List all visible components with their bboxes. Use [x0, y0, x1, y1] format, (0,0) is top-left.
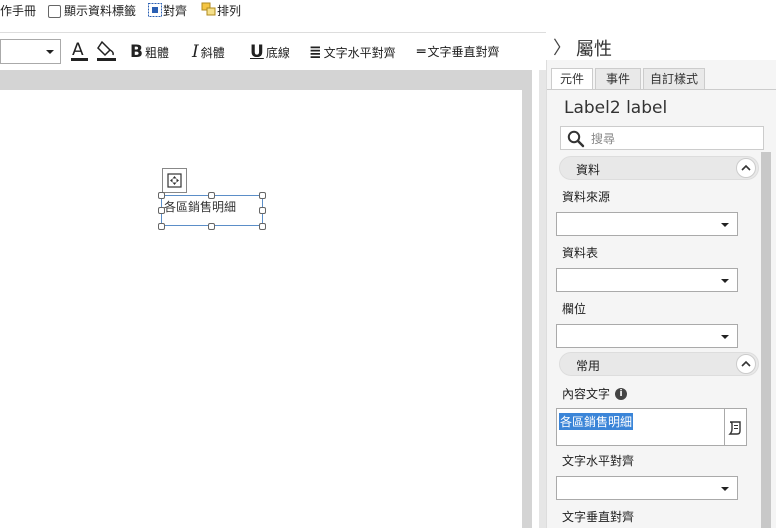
tab-events[interactable]: 事件: [595, 68, 641, 90]
collapse-data-button[interactable]: [736, 158, 756, 178]
field-label: 欄位: [562, 302, 587, 316]
text-v-align-label: 文字垂直對齊: [562, 510, 635, 524]
align-button[interactable]: 對齊: [163, 3, 187, 19]
panel-splitter[interactable]: [539, 70, 546, 528]
label-component[interactable]: 各區銷售明細: [161, 195, 263, 226]
data-source-label: 資料來源: [562, 190, 611, 204]
resize-handle-s[interactable]: [208, 223, 215, 230]
property-panel-header: 〉 屬性: [546, 32, 776, 60]
bold-icon: B: [130, 42, 143, 62]
chevron-down-icon: [721, 223, 729, 227]
horizontal-align-label: 文字水平對齊: [323, 46, 396, 60]
property-search: [560, 126, 764, 150]
resize-handle-nw[interactable]: [158, 192, 165, 199]
content-text-value: 各區銷售明細: [559, 413, 634, 430]
horizontal-align-icon: ≣: [309, 43, 322, 61]
resize-handle-n[interactable]: [208, 192, 215, 199]
script-icon: [728, 421, 741, 435]
italic-icon: I: [192, 42, 199, 62]
field-select[interactable]: [556, 324, 738, 348]
chevron-down-icon: [721, 279, 729, 283]
script-editor-button[interactable]: [725, 408, 747, 446]
horizontal-align-button[interactable]: ≣ 文字水平對齊: [309, 41, 396, 63]
move-handle[interactable]: [162, 168, 187, 193]
format-toolbar: A B 粗體 I 斜體 U 底線 ≣ 文字水平對齊 ═ 文字垂直對齊: [0, 32, 546, 70]
canvas-ruler-strip: [0, 70, 546, 90]
chevron-down-icon: [721, 335, 729, 339]
tab-component[interactable]: 元件: [551, 68, 593, 90]
search-input[interactable]: [591, 130, 751, 148]
arrange-button[interactable]: 排列: [217, 3, 241, 19]
section-data[interactable]: 資料: [559, 156, 759, 180]
chevron-down-icon: [46, 50, 54, 54]
section-common-label: 常用: [576, 359, 601, 373]
chevron-up-icon: [741, 164, 751, 171]
font-size-select[interactable]: [0, 39, 61, 64]
label-text: 各區銷售明細: [164, 200, 237, 214]
component-title: Label2 label: [564, 98, 668, 118]
data-table-select[interactable]: [556, 268, 738, 292]
resize-handle-w[interactable]: [158, 207, 165, 214]
align-icon: [148, 3, 162, 20]
show-data-tags-label: 顯示資料標籤: [64, 4, 137, 18]
resize-handle-ne[interactable]: [259, 192, 266, 199]
chevron-right-icon[interactable]: 〉: [553, 34, 571, 60]
bold-button[interactable]: B 粗體: [130, 41, 169, 63]
underline-label: 底線: [265, 46, 290, 60]
resize-handle-sw[interactable]: [158, 223, 165, 230]
panel-title: 屬性: [576, 39, 612, 60]
collapse-common-button[interactable]: [736, 354, 756, 374]
resize-handle-e[interactable]: [259, 207, 266, 214]
vertical-align-button[interactable]: ═ 文字垂直對齊: [417, 41, 499, 63]
underline-button[interactable]: U 底線: [250, 41, 290, 63]
italic-button[interactable]: I 斜體: [192, 41, 225, 63]
section-data-label: 資料: [576, 163, 601, 177]
fill-color-icon[interactable]: [96, 39, 118, 66]
underline-icon: U: [250, 42, 264, 62]
tab-divider: [547, 89, 776, 90]
text-h-align-select[interactable]: [556, 476, 738, 500]
tab-custom-style[interactable]: 自訂樣式: [643, 68, 705, 90]
show-data-tags-checkbox[interactable]: [48, 5, 61, 18]
data-table-label: 資料表: [562, 246, 599, 260]
canvas-scrollbar[interactable]: [522, 70, 532, 528]
manual-button[interactable]: 作手冊: [0, 3, 36, 19]
chevron-up-icon: [741, 360, 751, 367]
italic-label: 斜體: [200, 46, 225, 60]
section-common[interactable]: 常用: [559, 352, 759, 376]
info-icon[interactable]: i: [615, 388, 627, 400]
panel-divider: [532, 70, 539, 528]
content-text-input[interactable]: 各區銷售明細: [556, 408, 725, 446]
font-color-icon[interactable]: A: [70, 39, 90, 66]
search-icon: [567, 130, 585, 151]
content-text-label: 內容文字: [562, 387, 611, 401]
font-color-glyph: A: [72, 40, 84, 60]
vertical-align-label: 文字垂直對齊: [427, 45, 500, 59]
resize-handle-se[interactable]: [259, 223, 266, 230]
property-panel: 元件 事件 自訂樣式 Label2 label 資料 資料來源 資料表 欄位 常…: [546, 60, 776, 528]
move-icon: [167, 173, 182, 188]
chevron-down-icon: [721, 487, 729, 491]
text-h-align-label: 文字水平對齊: [562, 454, 635, 468]
vertical-align-icon: ═: [417, 44, 426, 60]
data-source-select[interactable]: [556, 212, 738, 236]
design-canvas[interactable]: [0, 90, 522, 528]
top-toolbar: 作手冊 顯示資料標籤 對齊 排列: [0, 0, 776, 32]
panel-scrollbar[interactable]: [761, 152, 771, 528]
arrange-icon: [201, 2, 217, 20]
bold-label: 粗體: [144, 46, 169, 60]
